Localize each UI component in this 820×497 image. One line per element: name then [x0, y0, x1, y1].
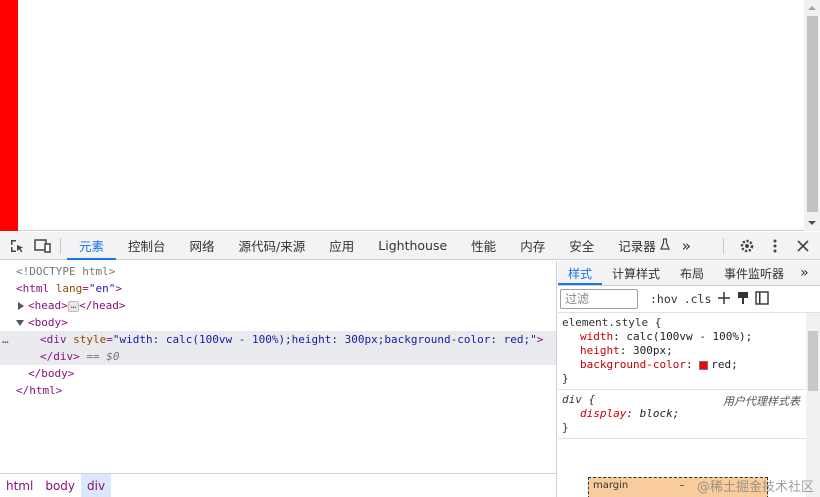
devtools-toolbar: 元素 控制台 网络 源代码/来源 应用 Lighthouse 性能 内存 安全 …: [0, 232, 820, 260]
tab-performance[interactable]: 性能: [459, 232, 508, 260]
dom-line-html-close[interactable]: </html>: [0, 382, 556, 399]
breadcrumb-body[interactable]: body: [39, 474, 81, 497]
element-style-rule: element.style { width: calc(100vw - 100%…: [558, 313, 820, 390]
prop-height-name[interactable]: height: [562, 344, 620, 357]
head-tag: <head>: [28, 299, 68, 312]
body-open-tag: <body>: [28, 316, 68, 329]
expand-triangle-icon[interactable]: [18, 302, 24, 310]
ua-div-close: }: [562, 421, 569, 434]
hov-toggle[interactable]: :hov: [650, 292, 678, 306]
div-attr-name: style: [73, 333, 107, 346]
prop-height-value[interactable]: 300px;: [633, 344, 673, 357]
more-tabs-button[interactable]: »: [674, 237, 699, 255]
ua-display-value: block;: [639, 407, 680, 420]
box-model-margin-value: –: [679, 480, 685, 491]
tab-recorder[interactable]: 记录器: [606, 232, 674, 260]
prop-width-value[interactable]: calc(100vw - 100%);: [626, 330, 752, 343]
ua-div-rule: 用户代理样式表 div { display: block; }: [558, 390, 820, 439]
paint-brush-icon[interactable]: [737, 291, 749, 308]
element-style-close: }: [562, 372, 569, 385]
toolbar-right-actions: [717, 235, 820, 257]
row-actions-ellipsis[interactable]: …: [2, 331, 9, 348]
styles-tabs: 样式 计算样式 布局 事件监听器 »: [558, 261, 820, 286]
element-style-selector[interactable]: element.style {: [562, 316, 661, 329]
inspect-element-icon[interactable]: [6, 235, 28, 257]
html-close-tag: </html>: [16, 384, 63, 397]
tab-recorder-label: 记录器: [618, 239, 656, 254]
toolbar-divider-right: [723, 237, 724, 254]
head-close-tag: </head>: [79, 299, 126, 312]
div-open-close: >: [536, 333, 544, 346]
ua-display-name: display: [580, 407, 627, 420]
breadcrumb-div[interactable]: div: [81, 473, 112, 497]
toolbar-divider: [60, 237, 61, 254]
selected-marker: == $0: [86, 350, 120, 363]
scrollbar-thumb[interactable]: [807, 16, 818, 212]
tab-security[interactable]: 安全: [557, 232, 606, 260]
html-open-tag: <html: [16, 282, 50, 295]
tab-styles[interactable]: 样式: [558, 261, 603, 285]
scroll-up-arrow-icon[interactable]: [808, 6, 816, 10]
flask-icon: [659, 238, 670, 253]
elements-panel: <!DOCTYPE html> <html lang="en"> <head>……: [0, 261, 557, 497]
html-attr-value: "en": [88, 282, 116, 295]
breadcrumb: html body div: [0, 473, 557, 497]
dom-line-body[interactable]: <body>: [0, 314, 556, 331]
color-swatch[interactable]: [699, 360, 709, 370]
tab-network[interactable]: 网络: [178, 232, 227, 260]
tab-sources[interactable]: 源代码/来源: [227, 232, 318, 260]
box-model-margin-label: margin: [593, 480, 629, 491]
red-div-preview: [0, 0, 18, 231]
cls-toggle[interactable]: .cls: [684, 292, 712, 306]
ua-div-selector: div {: [562, 393, 596, 406]
tab-computed[interactable]: 计算样式: [602, 261, 670, 285]
html-open-close: >: [115, 282, 122, 295]
gear-icon[interactable]: [736, 235, 758, 257]
html-attr-name: lang: [55, 282, 83, 295]
tab-application[interactable]: 应用: [317, 232, 366, 260]
add-rule-icon[interactable]: [717, 291, 731, 308]
body-close-tag: </body>: [28, 367, 75, 380]
devtools-tabs: 元素 控制台 网络 源代码/来源 应用 Lighthouse 性能 内存 安全 …: [67, 232, 674, 260]
div-attr-value: "width: calc(100vw - 100%);height: 300px…: [112, 333, 537, 346]
styles-scrollbar-thumb[interactable]: [808, 331, 818, 391]
styles-filter-input[interactable]: 过滤: [560, 289, 638, 309]
prop-bg-name[interactable]: background-color: [562, 358, 686, 371]
dom-line-doctype[interactable]: <!DOCTYPE html>: [0, 263, 556, 280]
toggle-sidebar-icon[interactable]: [755, 290, 770, 308]
scroll-down-arrow-icon[interactable]: [808, 221, 816, 225]
tab-layout[interactable]: 布局: [670, 261, 714, 285]
tab-lighthouse[interactable]: Lighthouse: [366, 232, 459, 260]
prop-width-name[interactable]: width: [562, 330, 613, 343]
device-toolbar-icon[interactable]: [32, 235, 54, 257]
devtools: 元素 控制台 网络 源代码/来源 应用 Lighthouse 性能 内存 安全 …: [0, 232, 820, 497]
watermark: @稀土掘金技术社区: [696, 480, 814, 495]
dom-line-div-selected[interactable]: … <div style="width: calc(100vw - 100%);…: [0, 331, 556, 348]
page-viewport: [0, 0, 820, 231]
doctype-text: <!DOCTYPE html>: [16, 265, 116, 278]
styles-more-tabs-button[interactable]: »: [794, 261, 815, 285]
dom-line-body-close[interactable]: </body>: [0, 365, 556, 382]
styles-scrollbar[interactable]: [806, 313, 820, 497]
styles-filter-bar: 过滤 :hov .cls: [558, 286, 820, 313]
collapse-triangle-icon[interactable]: [16, 320, 24, 326]
prop-bg-value[interactable]: red;: [711, 358, 738, 371]
collapsed-ellipsis[interactable]: …: [67, 300, 80, 312]
kebab-menu-icon[interactable]: [764, 235, 786, 257]
dom-line-html[interactable]: <html lang="en">: [0, 280, 556, 297]
dom-line-head[interactable]: <head>… </head>: [0, 297, 556, 314]
tab-elements[interactable]: 元素: [67, 232, 117, 260]
breadcrumb-html[interactable]: html: [0, 474, 39, 497]
tab-event-listeners[interactable]: 事件监听器: [714, 261, 794, 285]
div-open-tag: <div: [40, 333, 67, 346]
div-end-tag: </div>: [40, 350, 80, 363]
styles-panel: 样式 计算样式 布局 事件监听器 » 过滤 :hov .cls element.…: [558, 261, 820, 497]
page-scrollbar[interactable]: [804, 0, 820, 231]
close-icon[interactable]: [792, 235, 814, 257]
tab-console[interactable]: 控制台: [116, 232, 178, 260]
tab-memory[interactable]: 内存: [508, 232, 557, 260]
user-agent-stylesheet-label: 用户代理样式表: [723, 395, 800, 408]
dom-line-div-end[interactable]: </div> == $0: [0, 348, 556, 365]
